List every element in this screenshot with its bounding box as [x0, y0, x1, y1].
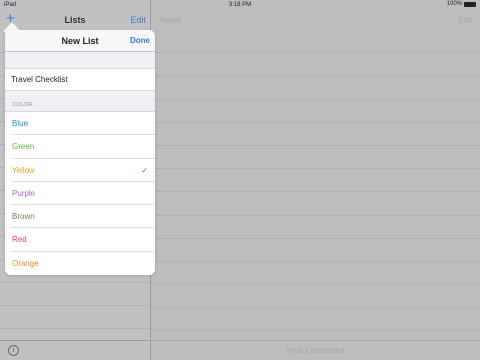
color-option-label: Blue [12, 119, 29, 128]
list-name-input[interactable]: Travel Checklist [5, 68, 155, 91]
battery-icon [464, 1, 476, 7]
battery-percent: 100% [446, 1, 462, 7]
color-option-blue[interactable]: Blue [5, 112, 155, 136]
color-option-label: Orange [12, 258, 39, 268]
reset-button[interactable]: Reset [160, 16, 181, 25]
color-option-label: Brown [12, 212, 35, 222]
checkmark-icon: ✓ [141, 165, 148, 175]
color-option-orange[interactable]: Orange [5, 252, 155, 275]
info-icon[interactable]: i [8, 345, 19, 356]
sidebar-nav-bar: + Lists Edit [0, 10, 150, 30]
color-option-label: Purple [12, 188, 36, 198]
color-option-purple[interactable]: Purple [5, 182, 155, 206]
color-options: Blue Green Yellow ✓ Purple Brown Red Orange [5, 111, 155, 275]
status-time: 3:18 PM [228, 2, 252, 8]
popover-header: New List Done [5, 30, 155, 52]
main-panel: Reset Edit Hide Completed [151, 0, 480, 360]
color-option-green[interactable]: Green [5, 135, 155, 159]
status-bar: iPad 3:18 PM 100% [0, 0, 480, 10]
color-option-label: Red [12, 235, 27, 245]
main-edit-button[interactable]: Edit [458, 16, 472, 25]
reminder-list [151, 30, 480, 340]
color-option-yellow[interactable]: Yellow ✓ [5, 159, 155, 183]
color-option-label: Yellow [12, 165, 35, 175]
main-nav-bar: Reset Edit [151, 10, 480, 30]
sidebar-title: Lists [64, 15, 86, 25]
color-option-label: Green [12, 142, 35, 152]
color-option-brown[interactable]: Brown [5, 205, 155, 229]
done-button[interactable]: Done [130, 36, 150, 45]
sidebar-edit-button[interactable]: Edit [130, 15, 146, 25]
battery-status: 100% [447, 1, 476, 7]
color-section-label: COLOR [12, 102, 34, 108]
hide-completed-button[interactable]: Hide Completed [151, 340, 480, 360]
new-list-popover: New List Done Travel Checklist COLOR Blu… [5, 30, 155, 275]
color-option-red[interactable]: Red [5, 228, 155, 253]
sidebar-footer: i [0, 340, 150, 360]
